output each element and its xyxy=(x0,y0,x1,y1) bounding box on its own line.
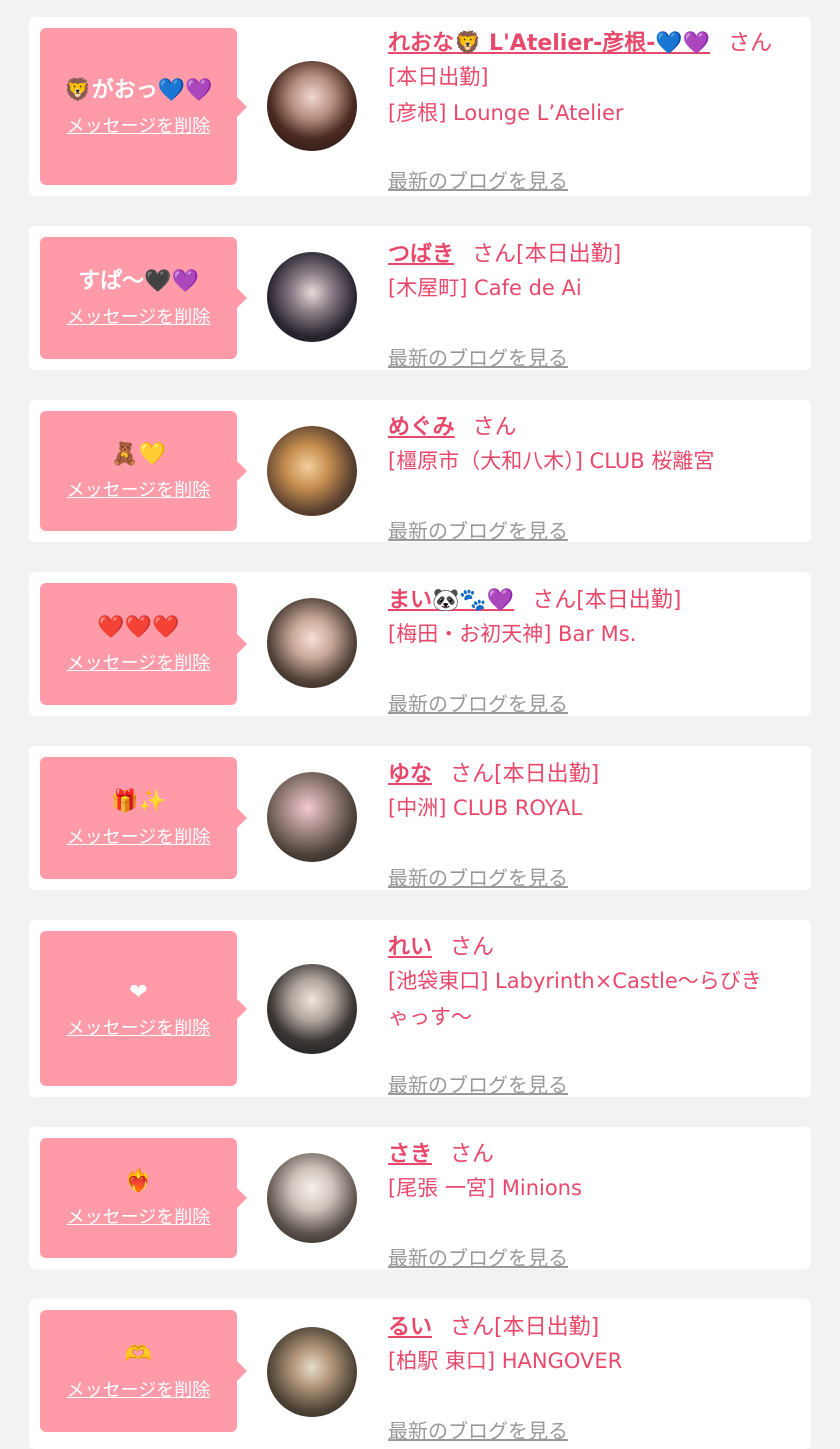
store-name: [中洲] CLUB ROYAL xyxy=(388,796,583,820)
avatar[interactable] xyxy=(267,772,357,862)
avatar[interactable] xyxy=(267,1153,357,1243)
message-text: ❤ xyxy=(129,979,148,1005)
message-text: 🧸💛 xyxy=(111,442,166,467)
latest-blog-link[interactable]: 最新のブログを見る xyxy=(388,165,568,194)
message-text: 🫶 xyxy=(124,1342,153,1367)
cast-name-link[interactable]: るい xyxy=(388,1315,432,1340)
delete-message-link[interactable]: メッセージを削除 xyxy=(67,476,211,502)
latest-blog-link[interactable]: 最新のブログを見る xyxy=(388,862,568,891)
cast-name-link[interactable]: さき xyxy=(388,1142,432,1167)
store-name: [橿原市（大和八木）] CLUB 桜離宮 xyxy=(388,449,715,473)
honorific: さん xyxy=(450,1142,495,1167)
store-name: [木屋町] Cafe de Ai xyxy=(388,276,582,300)
honorific: さん xyxy=(450,935,495,960)
latest-blog-link[interactable]: 最新のブログを見る xyxy=(388,342,568,371)
message-bubble: ❤️❤️❤️ メッセージを削除 xyxy=(40,583,247,705)
work-status: [本日出勤] xyxy=(494,762,600,787)
list-item: すぱ〜🖤💜 メッセージを削除 つばき さん[本日出勤] [木屋町] Cafe de… xyxy=(29,226,811,370)
store-name: [彦根] Lounge L’Atelier xyxy=(388,101,624,125)
cast-name-link[interactable]: めぐみ xyxy=(388,415,455,440)
message-text: 🦁がおっ💙💜 xyxy=(64,77,213,103)
latest-blog-link[interactable]: 最新のブログを見る xyxy=(388,1069,568,1098)
avatar[interactable] xyxy=(267,426,357,516)
message-bubble: すぱ〜🖤💜 メッセージを削除 xyxy=(40,237,247,359)
work-status: [本日出勤] xyxy=(388,65,489,89)
store-name: [池袋東口] Labyrinth×Castle〜らびき xyxy=(388,969,762,993)
honorific: さん xyxy=(532,588,577,613)
cast-name-link[interactable]: れおな🦁 L'Atelier-彦根-💙💜 xyxy=(388,31,710,56)
message-text: ❤️❤️❤️ xyxy=(97,615,180,640)
honorific: さん xyxy=(450,762,495,787)
delete-message-link[interactable]: メッセージを削除 xyxy=(67,112,211,138)
store-name: [尾張 一宮] Minions xyxy=(388,1176,582,1200)
cast-name-link[interactable]: まい🐼🐾💜 xyxy=(388,588,514,613)
message-text: 🎁✨ xyxy=(111,789,166,814)
delete-message-link[interactable]: メッセージを削除 xyxy=(67,303,211,329)
avatar[interactable] xyxy=(267,598,357,688)
honorific: さん xyxy=(472,415,517,440)
honorific: さん xyxy=(728,31,773,56)
latest-blog-link[interactable]: 最新のブログを見る xyxy=(388,688,568,717)
store-name-continued: ゃっす〜 xyxy=(388,1005,472,1029)
work-status: [本日出勤] xyxy=(576,588,682,613)
latest-blog-link[interactable]: 最新のブログを見る xyxy=(388,515,568,544)
avatar[interactable] xyxy=(267,964,357,1054)
message-text: ❤️‍🔥 xyxy=(124,1169,153,1194)
list-item: 🧸💛 メッセージを削除 めぐみ さん [橿原市（大和八木）] CLUB 桜離宮 最… xyxy=(29,400,811,544)
delete-message-link[interactable]: メッセージを削除 xyxy=(67,1014,211,1040)
message-bubble: ❤ メッセージを削除 xyxy=(40,931,247,1086)
store-name: [柏駅 東口] HANGOVER xyxy=(388,1349,623,1373)
cast-name-link[interactable]: ゆな xyxy=(388,762,432,787)
delete-message-link[interactable]: メッセージを削除 xyxy=(67,823,211,849)
avatar[interactable] xyxy=(267,1327,357,1417)
list-item: ❤ メッセージを削除 れい さん [池袋東口] Labyrinth×Castle〜… xyxy=(29,920,811,1097)
delete-message-link[interactable]: メッセージを削除 xyxy=(67,649,211,675)
latest-blog-link[interactable]: 最新のブログを見る xyxy=(388,1415,568,1444)
honorific: さん xyxy=(472,242,517,267)
list-item: 🎁✨ メッセージを削除 ゆな さん[本日出勤] [中洲] CLUB ROYAL 最… xyxy=(29,746,811,890)
avatar[interactable] xyxy=(267,61,357,151)
message-text: すぱ〜🖤💜 xyxy=(78,269,199,294)
delete-message-link[interactable]: メッセージを削除 xyxy=(67,1203,211,1229)
honorific: さん xyxy=(450,1315,495,1340)
message-bubble: ❤️‍🔥 メッセージを削除 xyxy=(40,1138,247,1258)
message-list: 🦁がおっ💙💜 メッセージを削除 れおな🦁 L'Atelier-彦根-💙💜 さん [… xyxy=(0,0,840,1449)
work-status: [本日出勤] xyxy=(516,242,622,267)
cast-name-link[interactable]: つばき xyxy=(388,242,454,267)
work-status: [本日出勤] xyxy=(494,1315,600,1340)
message-bubble: 🦁がおっ💙💜 メッセージを削除 xyxy=(40,28,247,185)
list-item: 🦁がおっ💙💜 メッセージを削除 れおな🦁 L'Atelier-彦根-💙💜 さん [… xyxy=(29,17,811,196)
delete-message-link[interactable]: メッセージを削除 xyxy=(67,1376,211,1402)
list-item: ❤️❤️❤️ メッセージを削除 まい🐼🐾💜 さん[本日出勤] [梅田・お初天神] … xyxy=(29,572,811,716)
list-item: 🫶 メッセージを削除 るい さん[本日出勤] [柏駅 東口] HANGOVER 最… xyxy=(29,1299,811,1449)
message-bubble: 🫶 メッセージを削除 xyxy=(40,1310,247,1432)
message-bubble: 🧸💛 メッセージを削除 xyxy=(40,411,247,531)
list-item: ❤️‍🔥 メッセージを削除 さき さん [尾張 一宮] Minions 最新のブロ… xyxy=(29,1127,811,1271)
cast-name-link[interactable]: れい xyxy=(388,935,432,960)
store-name: [梅田・お初天神] Bar Ms. xyxy=(388,622,637,646)
message-bubble: 🎁✨ メッセージを削除 xyxy=(40,757,247,879)
latest-blog-link[interactable]: 最新のブログを見る xyxy=(388,1242,568,1271)
avatar[interactable] xyxy=(267,252,357,342)
